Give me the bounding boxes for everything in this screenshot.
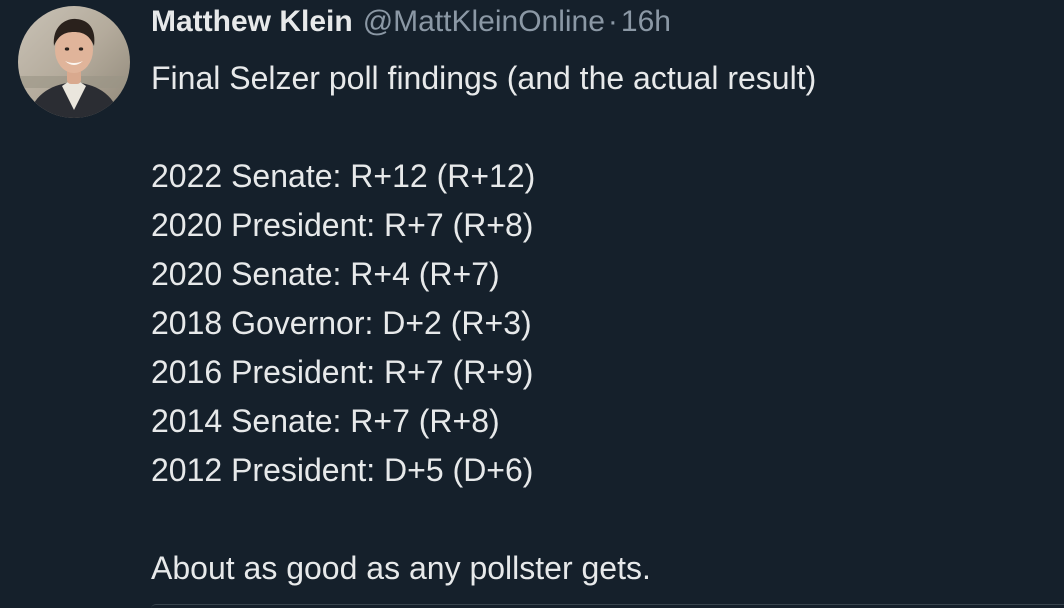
- author-name[interactable]: Matthew Klein: [151, 2, 353, 42]
- header-separator: ·: [607, 5, 618, 38]
- result-line: 2016 President: R+7 (R+9): [151, 354, 534, 390]
- author-handle[interactable]: @MattKleinOnline: [363, 2, 605, 42]
- paragraph-break: [151, 495, 1041, 544]
- tweet-header: Matthew Klein @MattKleinOnline · 16h: [151, 2, 671, 42]
- result-line: 2022 Senate: R+12 (R+12): [151, 158, 536, 194]
- media-card-edge: [151, 604, 1064, 608]
- tweet-text: Final Selzer poll findings (and the actu…: [151, 54, 1041, 593]
- result-line: 2012 President: D+5 (D+6): [151, 452, 534, 488]
- result-line: 2020 President: R+7 (R+8): [151, 207, 534, 243]
- paragraph-break: [151, 103, 1041, 152]
- result-line: 2018 Governor: D+2 (R+3): [151, 305, 532, 341]
- result-line: 2014 Senate: R+7 (R+8): [151, 403, 500, 439]
- profile-photo-icon: [18, 6, 130, 118]
- tweet-card[interactable]: Matthew Klein @MattKleinOnline · 16h Fin…: [0, 0, 1064, 608]
- avatar[interactable]: [18, 6, 130, 118]
- tweet-timestamp[interactable]: 16h: [621, 2, 671, 42]
- result-line: 2020 Senate: R+4 (R+7): [151, 256, 500, 292]
- tweet-closing: About as good as any pollster gets.: [151, 550, 651, 586]
- tweet-intro: Final Selzer poll findings (and the actu…: [151, 60, 817, 96]
